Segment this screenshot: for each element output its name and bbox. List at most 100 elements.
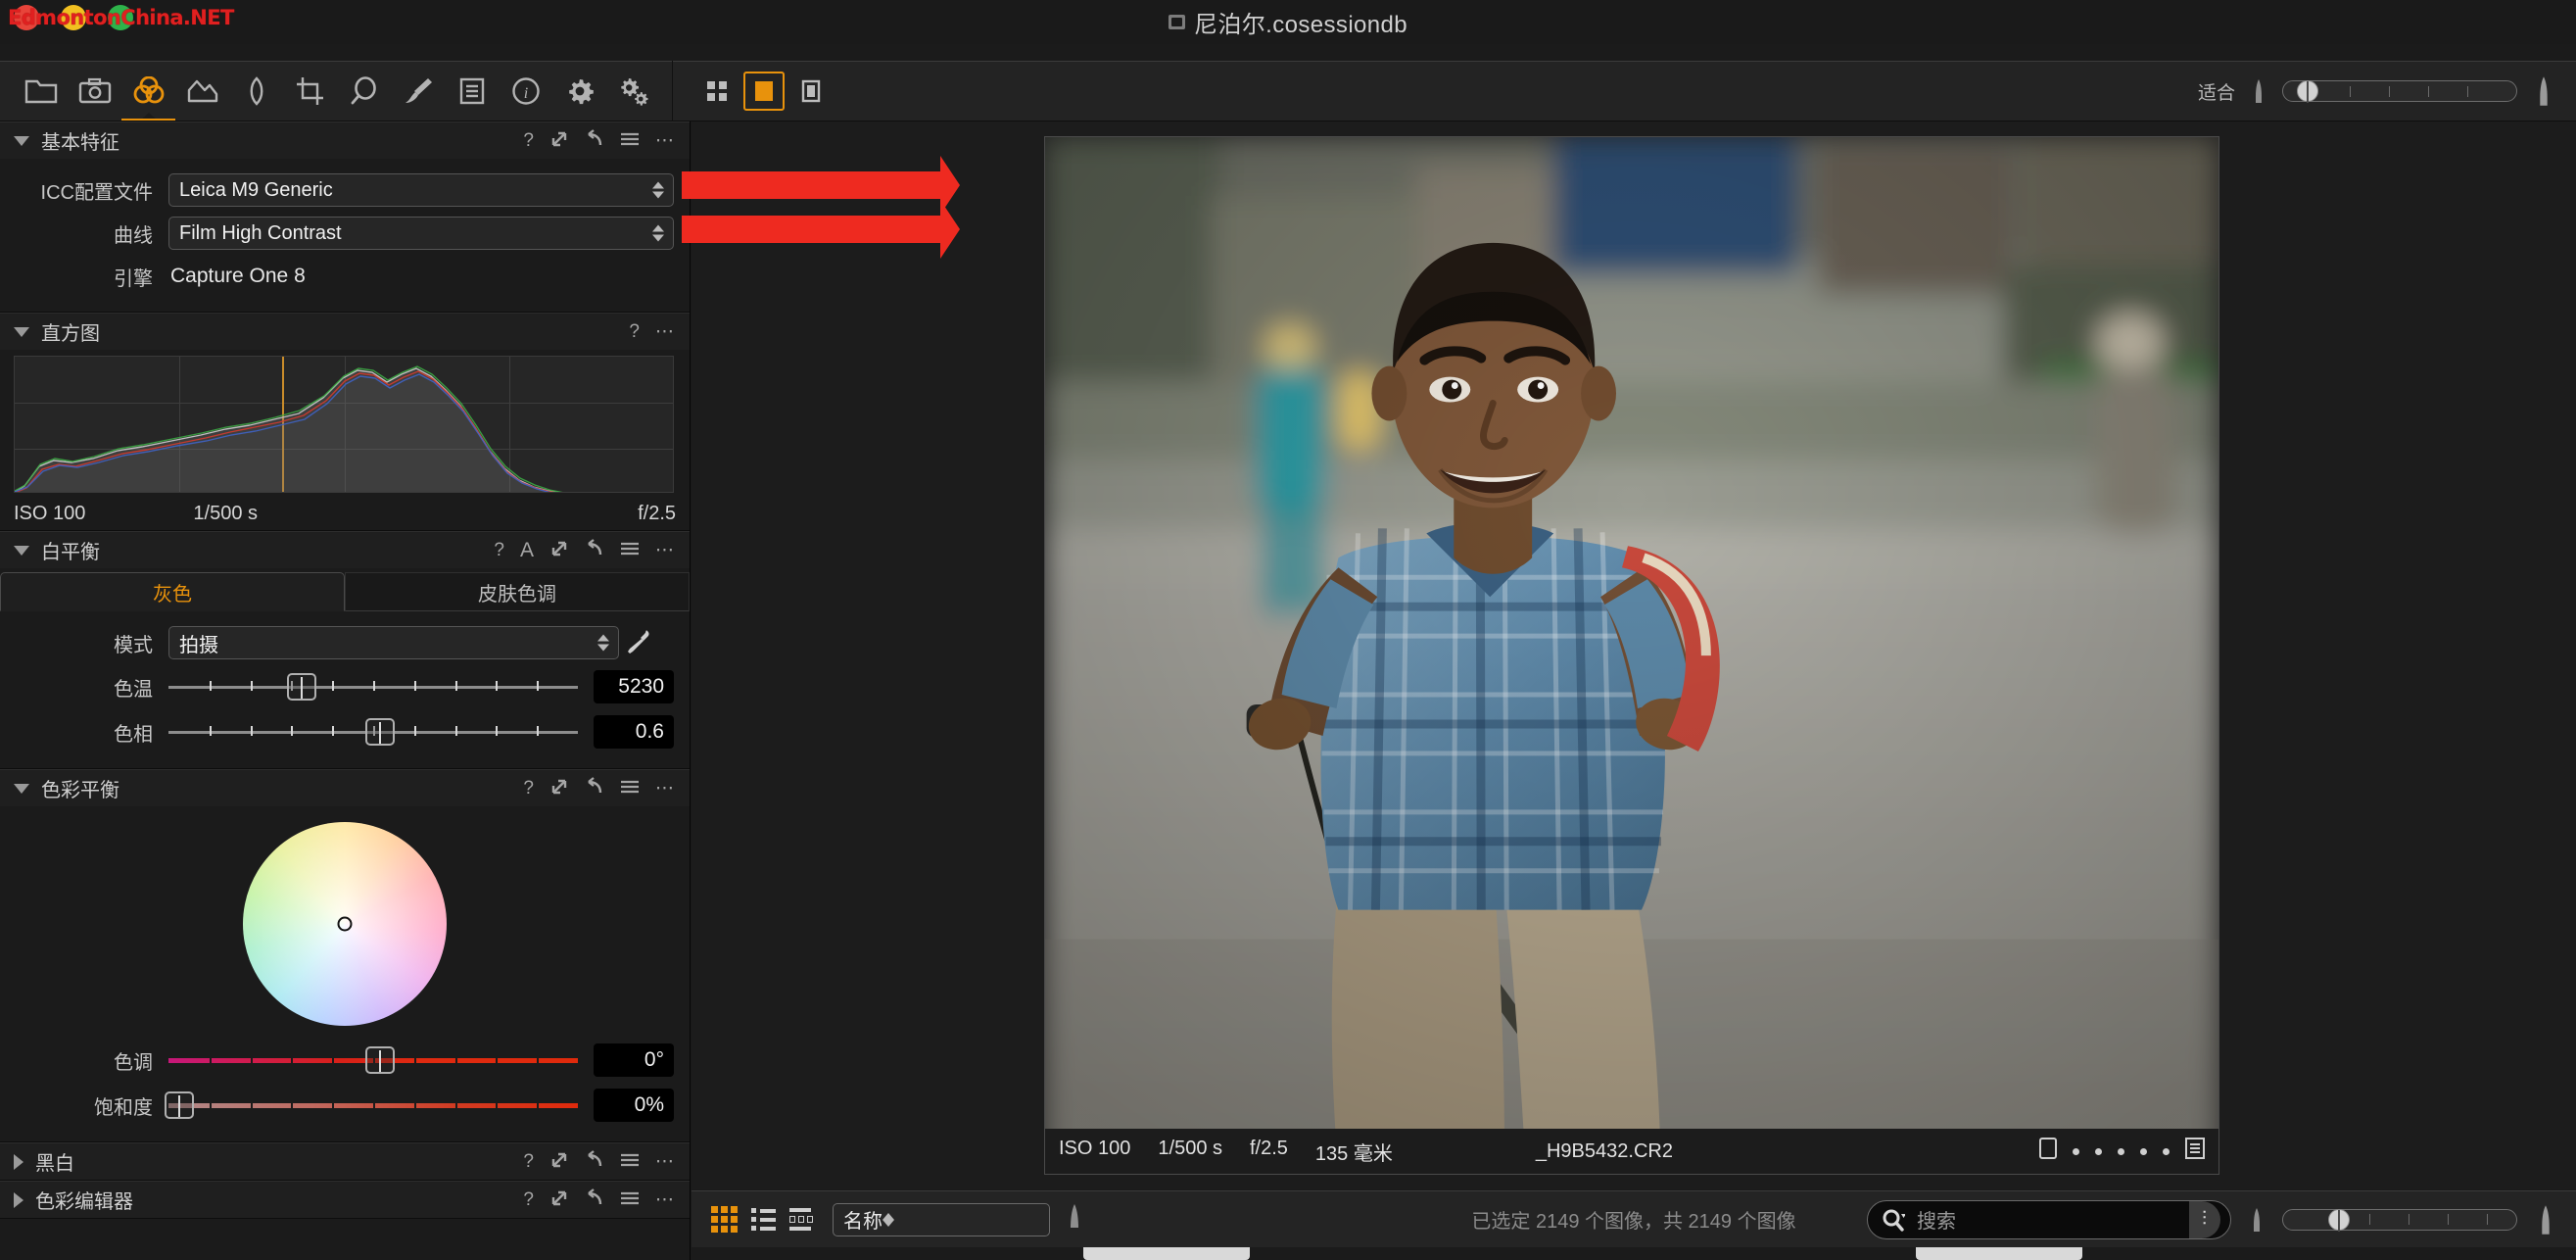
help-icon[interactable]: ?	[523, 779, 534, 798]
detail-view-button[interactable]	[790, 72, 832, 111]
list-browser-button[interactable]	[751, 1208, 776, 1231]
menu-icon[interactable]	[620, 541, 640, 560]
wb-mode-combo[interactable]: 拍摄	[168, 626, 619, 659]
panel-header-base-characteristics[interactable]: 基本特征 ? ⋯	[0, 121, 690, 159]
panel-header-color-balance[interactable]: 色彩平衡 ? ⋯	[0, 769, 690, 806]
hue-value[interactable]: 0°	[594, 1043, 674, 1077]
color-wheel-handle[interactable]	[337, 916, 353, 932]
thumbnail-size-track[interactable]	[2282, 1208, 2517, 1232]
output-tool-button[interactable]	[552, 62, 606, 121]
color-wheel[interactable]	[243, 822, 447, 1026]
saturation-rail[interactable]	[164, 1090, 578, 1120]
chevron-updown-icon[interactable]	[883, 1212, 894, 1227]
auto-icon[interactable]: A	[520, 540, 534, 560]
more-icon[interactable]: ⋯	[655, 1190, 674, 1209]
help-icon[interactable]: ?	[523, 131, 534, 150]
thumbnail-size-knob[interactable]	[2328, 1208, 2350, 1232]
more-icon[interactable]: ⋯	[655, 322, 674, 341]
disclosure-triangle-icon[interactable]	[14, 326, 29, 337]
disclosure-triangle-icon[interactable]	[14, 135, 29, 146]
menu-icon[interactable]	[620, 1152, 640, 1172]
rating-star[interactable]	[2163, 1147, 2170, 1155]
grid-view-button[interactable]	[696, 72, 738, 111]
panel-header-histogram[interactable]: 直方图 ? ⋯	[0, 313, 690, 350]
reset-icon[interactable]	[585, 1187, 604, 1212]
tint-rail[interactable]	[168, 717, 578, 747]
zoom-slider-track[interactable]	[2282, 80, 2517, 103]
tint-knob[interactable]	[364, 718, 395, 746]
color-tool-button[interactable]	[121, 62, 175, 121]
adjustments-tool-button[interactable]	[391, 62, 445, 121]
expand-icon[interactable]	[549, 539, 569, 562]
more-icon[interactable]: ⋯	[655, 541, 674, 559]
rating-star[interactable]	[2140, 1147, 2147, 1155]
tab-skin-tone[interactable]: 皮肤色调	[345, 572, 690, 611]
disclosure-triangle-icon[interactable]	[14, 1153, 24, 1170]
search-options-button[interactable]: ⫶	[2189, 1200, 2220, 1238]
details-tool-button[interactable]	[337, 62, 391, 121]
panel-header-color-editor[interactable]: 色彩编辑器 ? ⋯	[0, 1181, 690, 1218]
filmstrip-browser-button[interactable]	[789, 1208, 813, 1231]
chevron-updown-icon[interactable]	[652, 181, 664, 199]
expand-icon[interactable]	[549, 129, 569, 153]
expand-icon[interactable]	[549, 1150, 569, 1174]
metadata-tool-button[interactable]	[445, 62, 499, 121]
rating-star[interactable]	[2095, 1147, 2102, 1155]
rating-star[interactable]	[2118, 1147, 2124, 1155]
expand-icon[interactable]	[549, 1188, 569, 1212]
grid-browser-button[interactable]	[711, 1206, 738, 1233]
saturation-value[interactable]: 0%	[594, 1089, 674, 1122]
composition-tool-button[interactable]	[283, 62, 337, 121]
disclosure-triangle-icon[interactable]	[14, 1191, 24, 1208]
menu-icon[interactable]	[620, 131, 640, 151]
filmstrip-thumb-2[interactable]	[1916, 1247, 2082, 1260]
thumbnail-size-slider[interactable]	[2282, 1208, 2517, 1232]
tab-gray[interactable]: 灰色	[0, 572, 345, 611]
disclosure-triangle-icon[interactable]	[14, 545, 29, 556]
capture-tool-button[interactable]	[68, 62, 121, 121]
rating-star[interactable]	[2073, 1147, 2079, 1155]
filmstrip-thumb-1[interactable]	[1083, 1247, 1250, 1260]
reset-icon[interactable]	[585, 538, 604, 562]
more-icon[interactable]: ⋯	[655, 131, 674, 150]
reset-icon[interactable]	[585, 1149, 604, 1174]
help-icon[interactable]: ?	[629, 322, 640, 341]
chevron-updown-icon[interactable]	[652, 224, 664, 242]
lens-tool-button[interactable]	[229, 62, 283, 121]
more-icon[interactable]: ⋯	[655, 1152, 674, 1171]
help-icon[interactable]: ?	[494, 541, 504, 559]
more-icon[interactable]: ⋯	[655, 779, 674, 798]
zoom-slider[interactable]	[2282, 80, 2517, 103]
hue-rail[interactable]	[168, 1045, 578, 1075]
white-balance-picker-button[interactable]	[619, 628, 658, 657]
color-temperature-rail[interactable]	[168, 672, 578, 702]
panel-header-black-white[interactable]: 黑白 ? ⋯	[0, 1142, 690, 1180]
color-temperature-knob[interactable]	[287, 673, 317, 701]
info-tool-button[interactable]: i	[499, 62, 552, 121]
sort-combo[interactable]: 名称	[833, 1202, 1050, 1236]
metadata-panel-icon[interactable]	[2185, 1138, 2205, 1165]
saturation-knob[interactable]	[164, 1091, 194, 1119]
tint-value[interactable]: 0.6	[594, 715, 674, 749]
chevron-updown-icon[interactable]	[597, 634, 609, 652]
search-box[interactable]: 搜索 ⫶	[1867, 1199, 2231, 1239]
reset-icon[interactable]	[585, 128, 604, 153]
panel-header-white-balance[interactable]: 白平衡 ? A ⋯	[0, 531, 690, 568]
exposure-tool-button[interactable]	[175, 62, 229, 121]
library-tool-button[interactable]	[14, 62, 68, 121]
zoom-slider-knob[interactable]	[2297, 80, 2318, 103]
image-frame[interactable]: ISO 100 1/500 s f/2.5 135 毫米 _H9B5432.CR…	[1044, 136, 2219, 1175]
color-temperature-value[interactable]: 5230	[594, 670, 674, 703]
reset-icon[interactable]	[585, 776, 604, 800]
icc-profile-combo[interactable]: Leica M9 Generic	[168, 173, 674, 207]
color-tag-icon[interactable]	[2039, 1138, 2057, 1165]
expand-icon[interactable]	[549, 777, 569, 800]
single-view-button[interactable]	[743, 72, 785, 111]
sort-direction-button[interactable]	[1064, 1202, 1085, 1236]
batch-tool-button[interactable]	[606, 62, 660, 121]
menu-icon[interactable]	[620, 1190, 640, 1210]
help-icon[interactable]: ?	[523, 1190, 534, 1209]
disclosure-triangle-icon[interactable]	[14, 783, 29, 794]
hue-knob[interactable]	[364, 1046, 395, 1074]
histogram-graph[interactable]	[14, 356, 674, 493]
